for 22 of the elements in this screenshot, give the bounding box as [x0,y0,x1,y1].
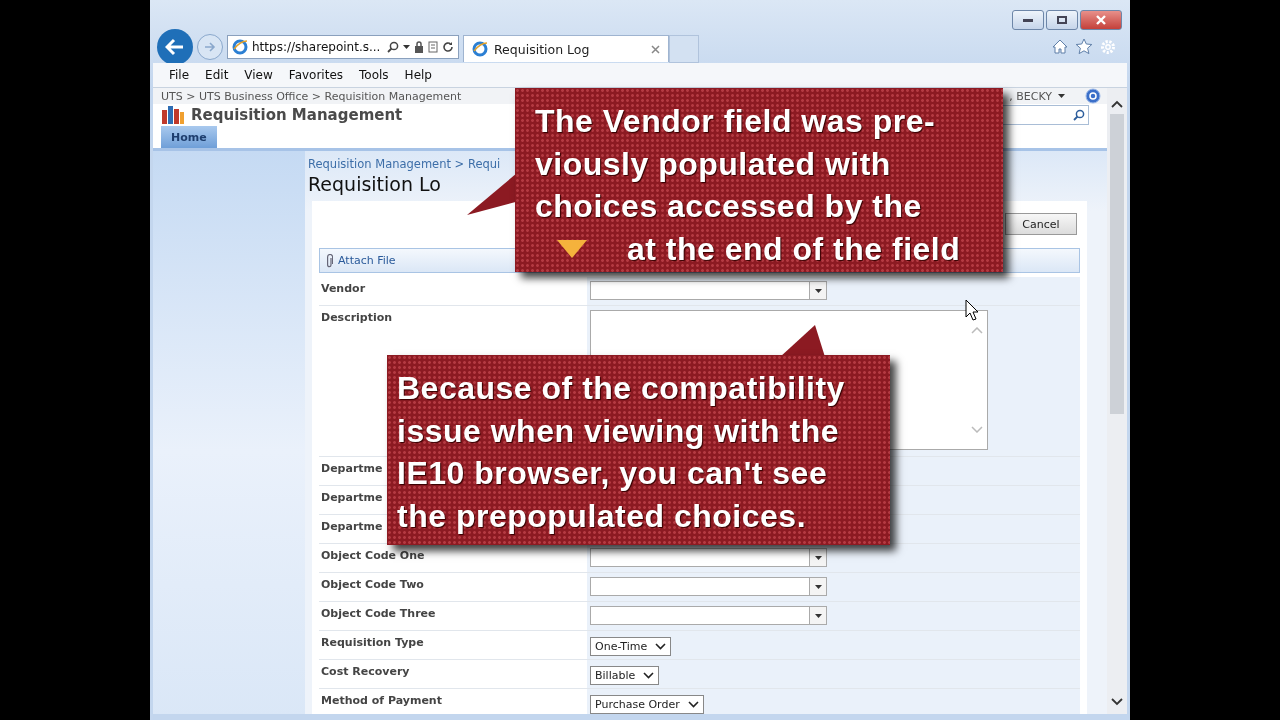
field-label: Method of Payment [321,694,442,707]
field-label: Requisition Type [321,636,424,649]
callout-text: the prepopulated choices. [397,496,806,536]
callout-text: viously populated with [535,144,891,184]
field-label: Object Code Two [321,578,424,591]
field-label: Object Code Three [321,607,436,620]
field-label: Departme [321,462,383,475]
callout-text: choices accessed by the [535,187,922,226]
site-title: Requisition Management [191,106,403,124]
page-title: Requisition Lo [308,173,442,195]
site-breadcrumb: UTS > UTS Business Office > Requisition Management [161,89,462,103]
field-label: Departme [321,491,383,504]
callout-text: The Vendor field was pre- [535,102,936,141]
field-label: Object Code One [321,549,425,562]
callout-text: at the end of the field [627,229,961,269]
callout-text: Because of the compatibility [397,369,845,408]
field-label: Departme [321,520,383,533]
field-label: Vendor [321,282,366,295]
field-label: Cost Recovery [321,665,410,678]
field-label: Description [321,311,393,324]
callout-text: issue when viewing with the [397,411,839,451]
callout-text: IE10 browser, you can't see [397,454,828,493]
